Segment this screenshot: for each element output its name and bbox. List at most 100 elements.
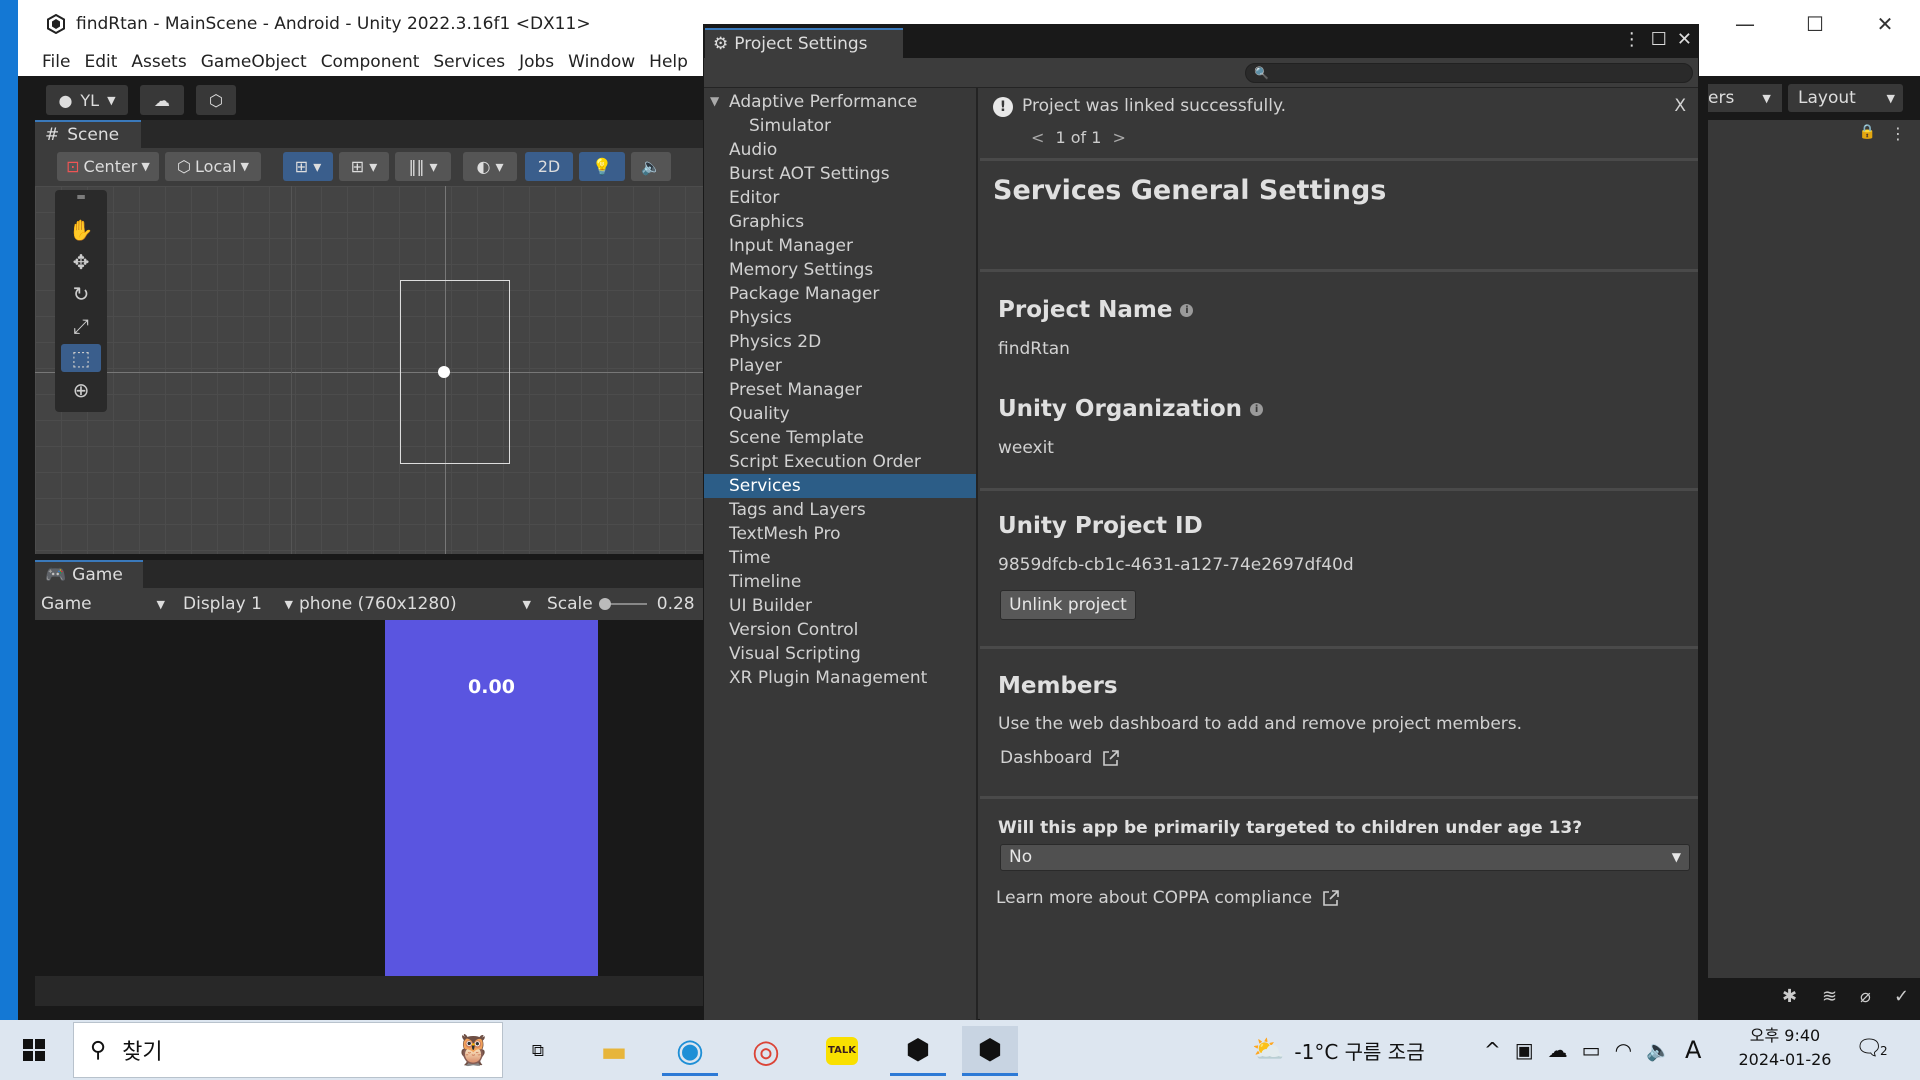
sidebar-item-ui-builder[interactable]: UI Builder <box>704 594 976 618</box>
pager-prev-button[interactable]: < <box>1031 128 1044 147</box>
object-gizmo[interactable] <box>438 366 450 378</box>
dashboard-link[interactable]: Dashboard <box>1000 748 1120 768</box>
wifi-icon[interactable]: ◠ <box>1615 1038 1632 1062</box>
game-mode-dropdown[interactable]: Game ▼ <box>41 588 165 620</box>
increment-snap-button[interactable]: ‖‖ ▾ <box>395 152 451 181</box>
slider-track[interactable] <box>598 598 647 610</box>
grid-visibility-button[interactable]: ⊞ ▾ <box>339 152 389 181</box>
sidebar-item-xr-plugin-management[interactable]: XR Plugin Management <box>704 666 976 690</box>
move-tool-icon[interactable]: ✥ <box>61 248 101 276</box>
info-icon[interactable]: i <box>1250 403 1264 416</box>
lock-icon[interactable]: 🔒 <box>1859 124 1876 140</box>
meet-icon[interactable]: ▣ <box>1515 1038 1534 1062</box>
sidebar-item-timeline[interactable]: Timeline <box>704 570 976 594</box>
sidebar-item-tags-and-layers[interactable]: Tags and Layers <box>704 498 976 522</box>
menu-component[interactable]: Component <box>321 52 420 72</box>
menu-services[interactable]: Services <box>433 52 505 72</box>
task-view-icon[interactable]: ⧉ <box>510 1026 566 1076</box>
minimize-button[interactable]: — <box>1710 0 1780 48</box>
taskbar-search-input[interactable]: ⚲ 찾기 🦉 <box>73 1022 503 1078</box>
ime-indicator[interactable]: A <box>1685 1036 1701 1064</box>
sidebar-item-editor[interactable]: Editor <box>704 186 976 210</box>
sidebar-item-scene-template[interactable]: Scene Template <box>704 426 976 450</box>
maximize-button[interactable]: ☐ <box>1780 0 1850 48</box>
tab-game[interactable]: 🎮 Game <box>35 560 143 588</box>
edge-icon[interactable]: ◉ <box>662 1026 718 1076</box>
system-clock[interactable]: 오후 9:40 2024-01-26 <box>1730 1024 1840 1072</box>
pivot-dropdown[interactable]: ⊡ Center ▼ <box>57 152 159 181</box>
hand-tool-icon[interactable]: ✋ <box>61 216 101 244</box>
menu-edit[interactable]: Edit <box>84 52 117 72</box>
menu-assets[interactable]: Assets <box>131 52 186 72</box>
sidebar-item-quality[interactable]: Quality <box>704 402 976 426</box>
unity-hub-icon[interactable]: ⬢ <box>890 1026 946 1076</box>
display-dropdown[interactable]: Display 1 ▼ <box>183 588 293 620</box>
sidebar-item-package-manager[interactable]: Package Manager <box>704 282 976 306</box>
draw-mode-button[interactable]: ◐ ▾ <box>463 152 517 181</box>
drag-handle-icon[interactable]: ═ <box>61 190 101 204</box>
scale-slider[interactable]: Scale 0.28 <box>547 588 695 620</box>
sidebar-item-player[interactable]: Player <box>704 354 976 378</box>
space-dropdown[interactable]: ⬡ Local ▼ <box>165 152 261 181</box>
menu-gameobject[interactable]: GameObject <box>201 52 307 72</box>
sidebar-item-adaptive-performance[interactable]: Adaptive Performance <box>704 90 976 114</box>
sidebar-item-simulator[interactable]: Simulator <box>704 114 976 138</box>
game-viewport[interactable]: 0.00 <box>35 620 725 976</box>
more-options-icon[interactable]: ⋮ <box>1623 29 1641 50</box>
layers-dropdown[interactable]: ers ▼ <box>1708 84 1782 112</box>
close-icon[interactable]: ✕ <box>1677 29 1692 50</box>
slider-thumb[interactable] <box>598 598 611 610</box>
sidebar-item-services[interactable]: Services <box>704 474 976 498</box>
sidebar-item-memory-settings[interactable]: Memory Settings <box>704 258 976 282</box>
tab-project-settings[interactable]: ⚙ Project Settings <box>705 28 903 58</box>
kakaotalk-icon[interactable]: TALK <box>814 1026 870 1076</box>
sidebar-item-graphics[interactable]: Graphics <box>704 210 976 234</box>
lighting-toggle[interactable]: 💡 <box>579 152 625 181</box>
settings-search-input[interactable]: 🔍 <box>1245 63 1693 83</box>
scale-tool-icon[interactable]: ⤢ <box>61 312 101 340</box>
network-icon[interactable]: ⌀ <box>1860 986 1871 1007</box>
sidebar-item-audio[interactable]: Audio <box>704 138 976 162</box>
sidebar-item-version-control[interactable]: Version Control <box>704 618 976 642</box>
menu-window[interactable]: Window <box>568 52 635 72</box>
cloud-button[interactable]: ☁ <box>140 85 184 115</box>
sidebar-item-preset-manager[interactable]: Preset Manager <box>704 378 976 402</box>
chrome-icon[interactable]: ◎ <box>738 1026 794 1076</box>
pager-next-button[interactable]: > <box>1113 128 1126 147</box>
scene-viewport[interactable]: ═ ✋ ✥ ↻ ⤢ ⬚ ⊕ <box>35 186 725 554</box>
tab-scene[interactable]: # Scene <box>35 120 141 148</box>
sidebar-item-burst-aot[interactable]: Burst AOT Settings <box>704 162 976 186</box>
rotate-tool-icon[interactable]: ↻ <box>61 280 101 308</box>
notification-close-button[interactable]: X <box>1674 96 1686 116</box>
layout-dropdown[interactable]: Layout ▼ <box>1788 84 1903 112</box>
menu-file[interactable]: File <box>42 52 70 72</box>
sidebar-item-time[interactable]: Time <box>704 546 976 570</box>
close-button[interactable]: ✕ <box>1850 0 1920 48</box>
maximize-icon[interactable]: ☐ <box>1651 29 1667 50</box>
coppa-learn-more-link[interactable]: Learn more about COPPA compliance <box>996 888 1340 908</box>
coppa-dropdown[interactable]: No ▼ <box>1000 844 1690 871</box>
sidebar-item-script-execution-order[interactable]: Script Execution Order <box>704 450 976 474</box>
sidebar-item-physics-2d[interactable]: Physics 2D <box>704 330 976 354</box>
transform-tool-icon[interactable]: ⊕ <box>61 376 101 404</box>
volume-icon[interactable]: 🔈 <box>1646 1038 1671 1062</box>
sidebar-item-physics[interactable]: Physics <box>704 306 976 330</box>
chevron-up-icon[interactable]: ^ <box>1484 1038 1501 1062</box>
weather-widget[interactable]: ⛅ -1°C 구름 조금 <box>1252 1020 1425 1080</box>
onedrive-icon[interactable]: ☁ <box>1548 1038 1568 1062</box>
rect-tool-icon[interactable]: ⬚ <box>61 344 101 372</box>
check-icon[interactable]: ✓ <box>1894 986 1909 1007</box>
layers-icon[interactable]: ≋ <box>1822 986 1837 1007</box>
resolution-dropdown[interactable]: phone (760x1280) ▼ <box>299 588 531 620</box>
file-explorer-icon[interactable]: ▬ <box>586 1026 642 1076</box>
info-icon[interactable]: i <box>1180 304 1194 317</box>
account-dropdown[interactable]: ● YL ▼ <box>46 85 128 115</box>
unlink-project-button[interactable]: Unlink project <box>1000 590 1136 620</box>
notification-center-icon[interactable]: 🗨 2 <box>1855 1036 1888 1061</box>
audio-toggle[interactable]: 🔈 <box>631 152 671 181</box>
bug-icon[interactable]: ✱ <box>1782 986 1797 1007</box>
more-options-icon[interactable]: ⋮ <box>1890 124 1906 143</box>
sidebar-item-visual-scripting[interactable]: Visual Scripting <box>704 642 976 666</box>
battery-icon[interactable]: ▭ <box>1582 1038 1601 1062</box>
windows-start-icon[interactable] <box>22 1038 46 1062</box>
